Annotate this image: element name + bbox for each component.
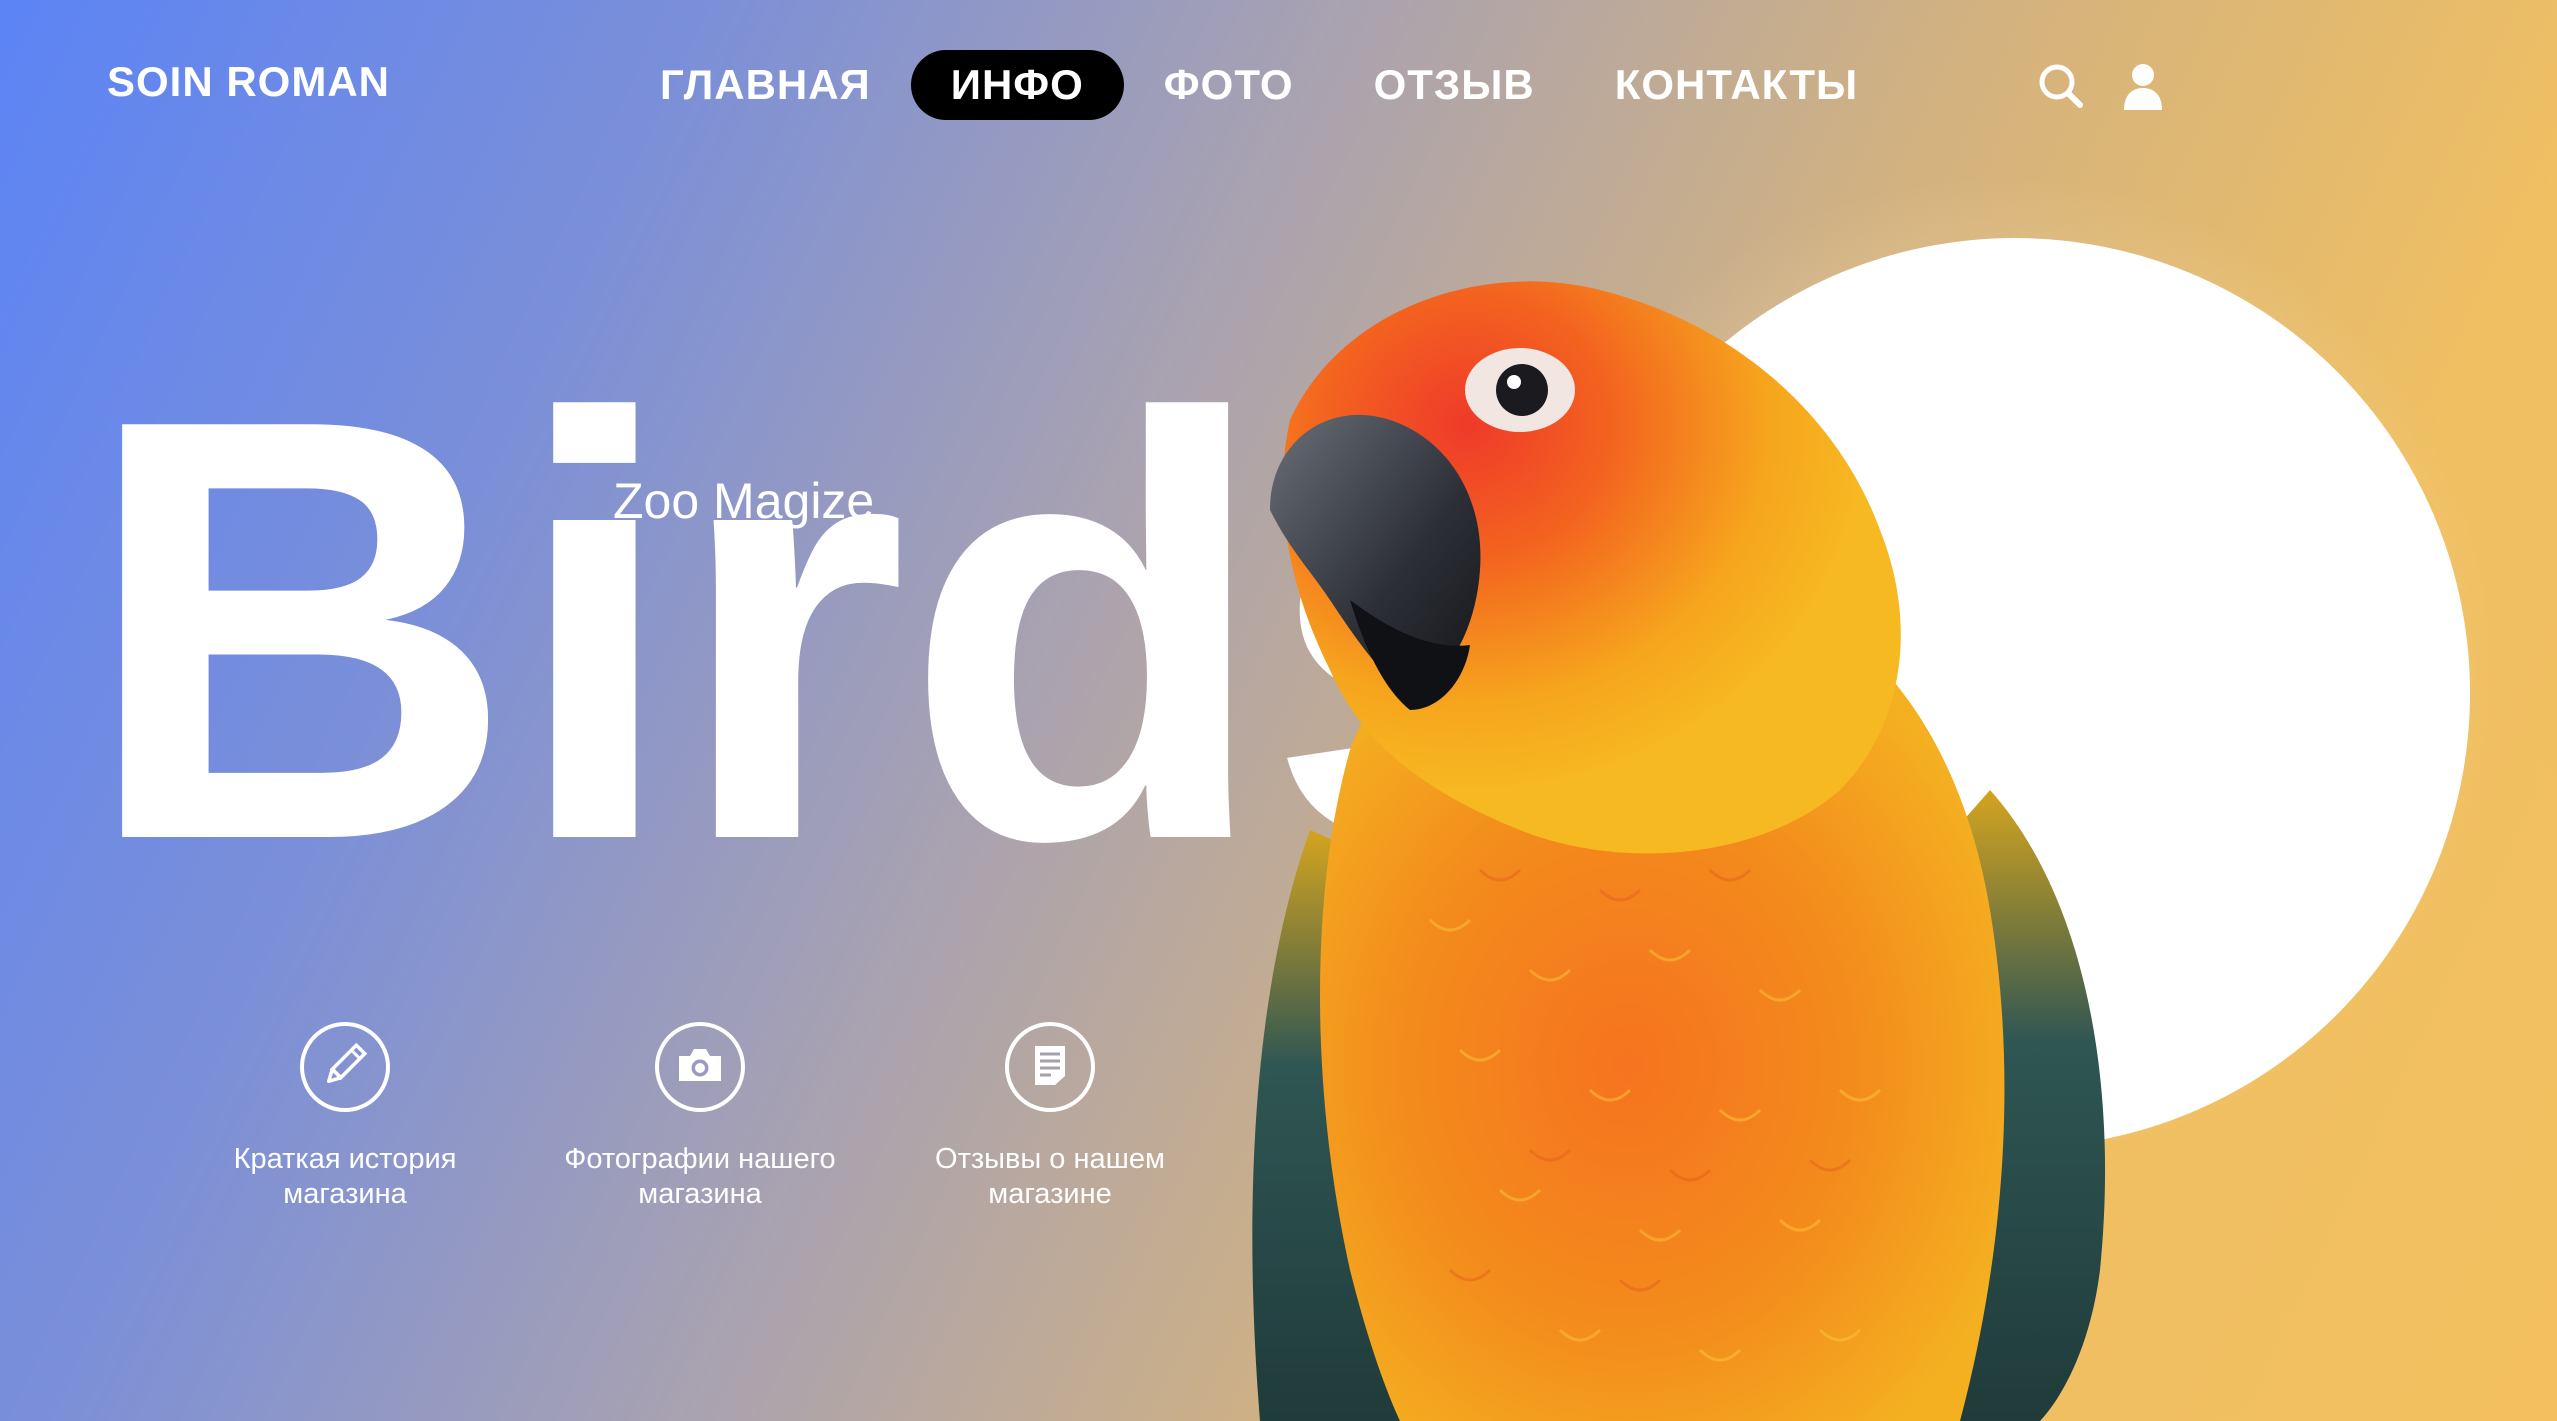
pencil-icon [319, 1039, 371, 1096]
feature-icon-circle [655, 1022, 745, 1112]
parrot-image [1252, 281, 2106, 1421]
camera-icon [673, 1038, 727, 1097]
nav-item-photo[interactable]: ФОТО [1124, 50, 1334, 120]
nav-item-info[interactable]: ИНФО [910, 50, 1124, 120]
feature-history[interactable]: Краткая история магазина [195, 1022, 495, 1212]
landing-page: SOIN ROMAN ГЛАВНАЯ ИНФО ФОТО ОТЗЫВ КОНТА… [0, 0, 2557, 1421]
feature-reviews[interactable]: Отзывы о нашем магазине [900, 1022, 1200, 1212]
nav-item-home[interactable]: ГЛАВНАЯ [620, 50, 911, 120]
feature-icon-circle [300, 1022, 390, 1112]
nav-item-reviews[interactable]: ОТЗЫВ [1334, 50, 1575, 120]
brand-logo[interactable]: SOIN ROMAN [107, 58, 390, 106]
user-icon[interactable] [2117, 60, 2169, 112]
document-icon [1024, 1039, 1076, 1096]
hero-subtitle: Zoo Magize [613, 473, 875, 529]
feature-label: Краткая история магазина [233, 1143, 457, 1210]
nav-item-contacts[interactable]: КОНТАКТЫ [1575, 50, 1898, 120]
search-icon[interactable] [2035, 60, 2087, 112]
feature-label: Фотографии нашего магазина [564, 1143, 836, 1210]
feature-photos[interactable]: Фотографии нашего магазина [550, 1022, 850, 1212]
feature-label: Отзывы о нашем магазине [935, 1143, 1165, 1210]
main-nav: ГЛАВНАЯ ИНФО ФОТО ОТЗЫВ КОНТАКТЫ [620, 50, 1898, 120]
feature-icon-circle [1005, 1022, 1095, 1112]
